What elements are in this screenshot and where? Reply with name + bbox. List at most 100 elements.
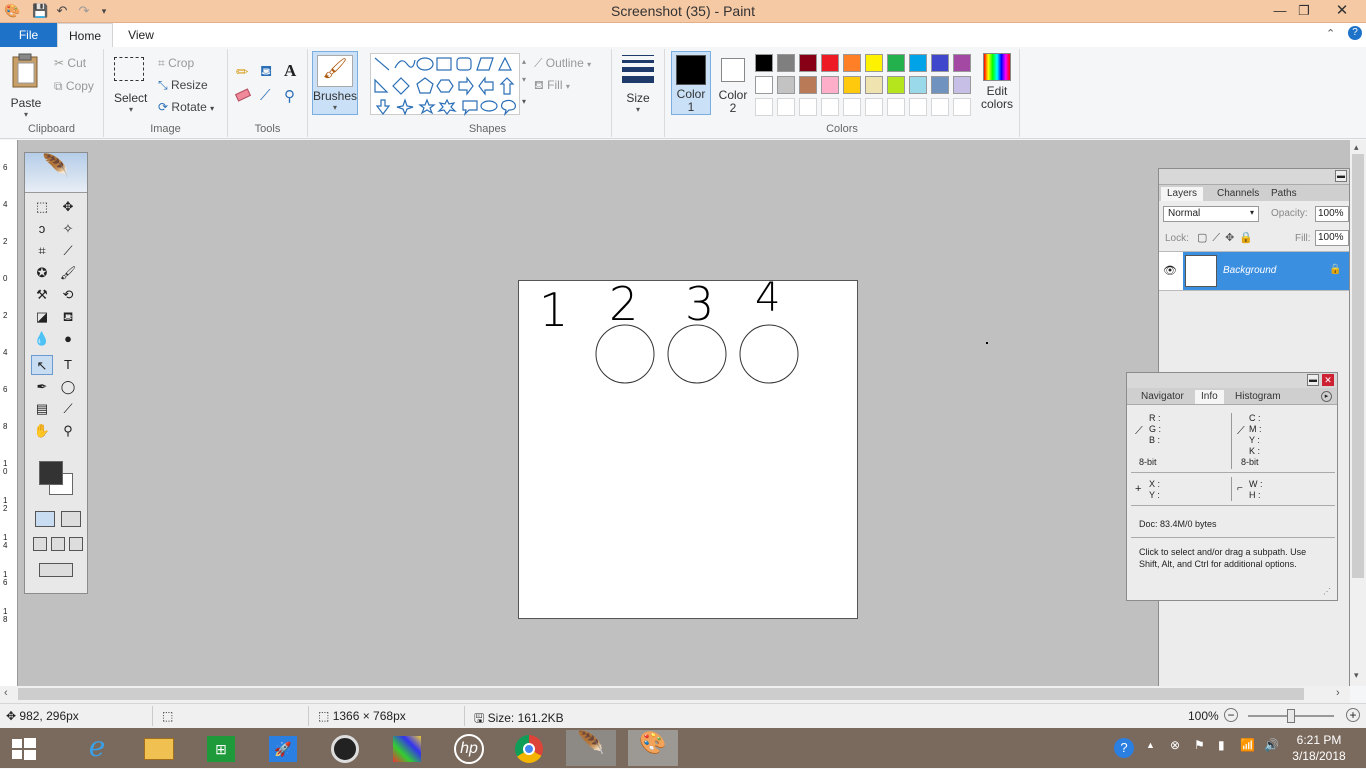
help-tray-icon[interactable]: ? bbox=[1114, 738, 1134, 758]
select-dropdown-icon[interactable]: ▾ bbox=[114, 105, 148, 114]
pen-icon[interactable]: ✒ bbox=[31, 377, 53, 397]
resize-grip-icon[interactable]: ⋰ bbox=[1323, 587, 1331, 596]
tab-home[interactable]: Home bbox=[57, 23, 113, 48]
scroll-right-icon[interactable]: › bbox=[1336, 687, 1340, 699]
info-minimize-icon[interactable]: ▬ bbox=[1307, 374, 1319, 386]
tab-layers[interactable]: Layers bbox=[1161, 187, 1204, 201]
network-error-icon[interactable]: ⊗ bbox=[1170, 738, 1180, 752]
minimize-ribbon-icon[interactable]: ⌃ bbox=[1326, 27, 1335, 40]
store-icon[interactable]: ⊞ bbox=[196, 730, 246, 766]
history-brush-icon[interactable]: ⟲ bbox=[57, 285, 79, 305]
palette-empty-swatch[interactable] bbox=[953, 98, 971, 116]
info-close-icon[interactable]: ✕ bbox=[1322, 374, 1334, 386]
file-explorer-icon[interactable] bbox=[134, 730, 184, 766]
notes-icon[interactable]: ▤ bbox=[31, 399, 53, 419]
palette-empty-swatch[interactable] bbox=[799, 98, 817, 116]
start-button[interactable] bbox=[0, 730, 48, 766]
paint-canvas[interactable]: 1 2 3 4 bbox=[518, 275, 858, 619]
eye-icon[interactable]: 👁 bbox=[1163, 264, 1177, 277]
tab-histogram[interactable]: Histogram bbox=[1229, 390, 1287, 404]
type-tool-icon[interactable]: T bbox=[57, 355, 79, 375]
scroll-left-icon[interactable]: ‹ bbox=[4, 687, 8, 699]
tab-view[interactable]: View bbox=[113, 23, 169, 47]
photoshop-feather-icon[interactable]: 🪶 bbox=[566, 730, 616, 766]
palette-swatch[interactable] bbox=[931, 54, 949, 72]
layers-collapse-icon[interactable]: ▬ bbox=[1335, 170, 1347, 182]
stamp-icon[interactable]: ⚒ bbox=[31, 285, 53, 305]
paint-taskbar-icon[interactable]: 🎨 bbox=[628, 730, 678, 766]
vertical-scroll-thumb[interactable] bbox=[1352, 154, 1364, 578]
eraser-icon[interactable] bbox=[234, 88, 252, 102]
horizontal-scroll-thumb[interactable] bbox=[18, 688, 1304, 700]
tab-paths[interactable]: Paths bbox=[1265, 187, 1303, 201]
screen-mode-3-icon[interactable] bbox=[69, 537, 83, 551]
info-menu-icon[interactable]: ▸ bbox=[1321, 391, 1332, 402]
tray-expand-icon[interactable]: ▲ bbox=[1146, 740, 1155, 750]
path-select-icon[interactable]: ↖ bbox=[31, 355, 53, 375]
palette-swatch[interactable] bbox=[865, 54, 883, 72]
brushes-button[interactable]: 🖌 Brushes ▾ bbox=[312, 51, 358, 115]
crop-tool-icon[interactable]: ⌗ bbox=[31, 241, 53, 261]
rocket-app-icon[interactable]: 🚀 bbox=[258, 730, 308, 766]
fill-opacity-input[interactable]: 100% bbox=[1315, 230, 1349, 246]
size-button[interactable]: Size ▾ bbox=[616, 53, 660, 115]
resize-button[interactable]: ⤡ Resize bbox=[158, 78, 208, 93]
palette-swatch[interactable] bbox=[843, 76, 861, 94]
cut-button[interactable]: ✂ Cut bbox=[54, 56, 86, 70]
palette-swatch[interactable] bbox=[821, 76, 839, 94]
zoom-slider-thumb[interactable] bbox=[1287, 709, 1295, 723]
dodge-icon[interactable]: ● bbox=[57, 329, 79, 349]
opacity-input[interactable]: 100% bbox=[1315, 206, 1349, 222]
palette-empty-swatch[interactable] bbox=[887, 98, 905, 116]
paste-button[interactable]: Paste ▾ bbox=[8, 53, 44, 119]
lasso-icon[interactable]: ↄ bbox=[31, 219, 53, 239]
eyedropper-tool-icon[interactable]: ⟋ bbox=[57, 399, 79, 419]
palette-empty-swatch[interactable] bbox=[843, 98, 861, 116]
pencil-icon[interactable]: ✏ bbox=[236, 63, 249, 81]
palette-swatch[interactable] bbox=[953, 54, 971, 72]
fill-bucket-icon[interactable]: ⛾ bbox=[260, 63, 272, 82]
color-picker-icon[interactable]: ⟋ bbox=[260, 87, 271, 104]
shapes-more-icon[interactable]: ▾ bbox=[522, 97, 526, 106]
palette-swatch[interactable] bbox=[909, 76, 927, 94]
palette-swatch[interactable] bbox=[843, 54, 861, 72]
brush-tool-icon[interactable]: 🖌 bbox=[57, 263, 79, 283]
lock-icons[interactable]: ▢⟋✥🔒 bbox=[1197, 231, 1258, 245]
quickmask-mode-icon[interactable] bbox=[61, 511, 81, 527]
eraser-tool-icon[interactable]: ◪ bbox=[31, 307, 53, 327]
color1-button[interactable]: Color 1 bbox=[671, 51, 711, 115]
palette-swatch[interactable] bbox=[887, 76, 905, 94]
palette-swatch[interactable] bbox=[821, 54, 839, 72]
foreground-color-swatch[interactable] bbox=[39, 461, 63, 485]
volume-icon[interactable]: 🔊 bbox=[1264, 738, 1279, 752]
marquee-icon[interactable]: ⬚ bbox=[31, 197, 53, 217]
help-icon[interactable]: ? bbox=[1348, 26, 1362, 40]
blur-icon[interactable]: 💧 bbox=[31, 329, 53, 349]
rotate-button[interactable]: ⟳ Rotate ▾ bbox=[158, 100, 214, 114]
vertical-scrollbar[interactable]: ▴ ▾ bbox=[1350, 140, 1366, 686]
internet-explorer-icon[interactable]: ℯ bbox=[72, 730, 122, 766]
magnifier-icon[interactable]: ⚲ bbox=[284, 87, 295, 105]
scroll-up-icon[interactable]: ▴ bbox=[1354, 142, 1359, 153]
fill-button[interactable]: ⛾ Fill ▾ bbox=[534, 78, 570, 94]
tab-info[interactable]: Info bbox=[1195, 390, 1224, 404]
shapes-scroll-down-icon[interactable]: ▾ bbox=[522, 75, 526, 84]
palette-swatch[interactable] bbox=[865, 76, 883, 94]
flag-icon[interactable]: ⚑ bbox=[1194, 738, 1205, 752]
ellipse-tool-icon[interactable]: ◯ bbox=[57, 377, 79, 397]
jump-to-imageready-icon[interactable] bbox=[39, 563, 73, 577]
hand-icon[interactable]: ✋ bbox=[31, 421, 53, 441]
palette-swatch[interactable] bbox=[777, 76, 795, 94]
palette-swatch[interactable] bbox=[777, 54, 795, 72]
signal-icon[interactable]: 📶 bbox=[1240, 738, 1255, 752]
shapes-scroll-up-icon[interactable]: ▴ bbox=[522, 57, 526, 66]
edit-colors-button[interactable]: Edit colors bbox=[977, 53, 1017, 117]
palette-empty-swatch[interactable] bbox=[865, 98, 883, 116]
palette-swatch[interactable] bbox=[909, 54, 927, 72]
palette-swatch[interactable] bbox=[755, 54, 773, 72]
palette-empty-swatch[interactable] bbox=[931, 98, 949, 116]
text-tool-icon[interactable]: A bbox=[284, 61, 296, 81]
hp-icon[interactable]: hp bbox=[444, 730, 494, 766]
battery-icon[interactable]: ▮ bbox=[1218, 738, 1225, 752]
clock[interactable]: 6:21 PM 3/18/2018 bbox=[1290, 732, 1348, 764]
